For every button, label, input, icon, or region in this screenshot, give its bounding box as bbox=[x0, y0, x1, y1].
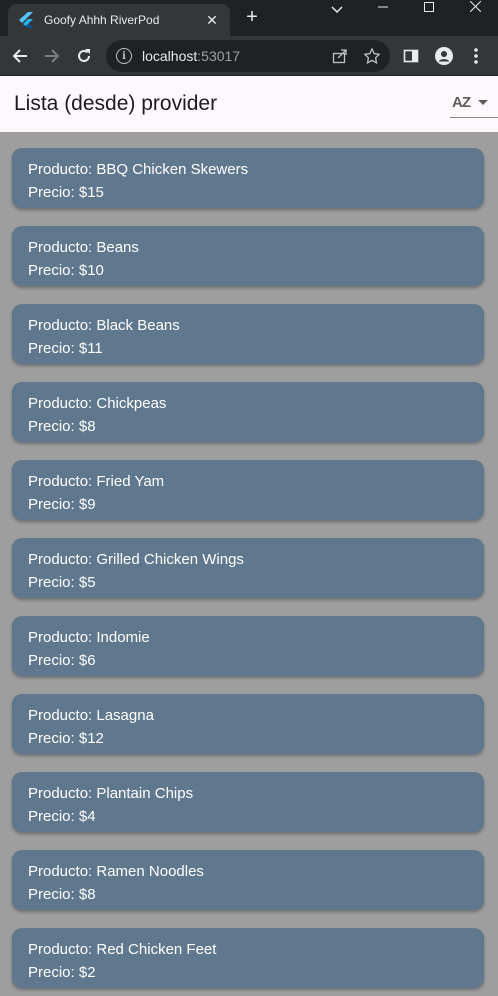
product-list[interactable]: Producto: BBQ Chicken Skewers Precio: $15… bbox=[0, 132, 498, 996]
product-price: Precio: $8 bbox=[28, 418, 96, 435]
browser-toolbar: i localhost:53017 bbox=[0, 36, 498, 76]
product-name: Producto: Black Beans bbox=[28, 317, 180, 334]
profile-avatar-icon[interactable] bbox=[432, 44, 456, 68]
product-name: Producto: Grilled Chicken Wings bbox=[28, 551, 244, 568]
menu-dots-icon[interactable] bbox=[464, 44, 488, 68]
product-card[interactable]: Producto: Chickpeas Precio: $8 bbox=[12, 382, 484, 442]
product-name: Producto: Ramen Noodles bbox=[28, 863, 204, 880]
product-card[interactable]: Producto: Lasagna Precio: $12 bbox=[12, 694, 484, 754]
flutter-icon bbox=[18, 12, 34, 28]
url-host: localhost bbox=[142, 48, 198, 64]
product-card[interactable]: Producto: Beans Precio: $10 bbox=[12, 226, 484, 286]
address-bar[interactable]: i localhost:53017 bbox=[106, 40, 390, 72]
product-price: Precio: $5 bbox=[28, 574, 96, 591]
product-name: Producto: Lasagna bbox=[28, 707, 154, 724]
share-icon[interactable] bbox=[330, 46, 350, 66]
site-info-icon[interactable]: i bbox=[116, 48, 132, 64]
product-card[interactable]: Producto: Indomie Precio: $6 bbox=[12, 616, 484, 676]
product-card[interactable]: Producto: Grilled Chicken Wings Precio: $… bbox=[12, 538, 484, 598]
product-name: Producto: Indomie bbox=[28, 629, 150, 646]
sort-az-icon: AZ bbox=[452, 94, 471, 111]
sort-dropdown[interactable]: AZ bbox=[450, 88, 498, 118]
product-name: Producto: Beans bbox=[28, 239, 139, 256]
tab-title: Goofy Ahhh RiverPod bbox=[44, 13, 160, 27]
product-price: Precio: $4 bbox=[28, 808, 96, 825]
product-card[interactable]: Producto: Plantain Chips Precio: $4 bbox=[12, 772, 484, 832]
app-bar: Lista (desde) provider AZ bbox=[0, 76, 498, 132]
product-card[interactable]: Producto: Fried Yam Precio: $9 bbox=[12, 460, 484, 520]
bookmark-star-icon[interactable] bbox=[362, 46, 382, 66]
product-price: Precio: $6 bbox=[28, 652, 96, 669]
product-name: Producto: Fried Yam bbox=[28, 473, 165, 490]
url-text: localhost:53017 bbox=[142, 48, 240, 64]
product-price: Precio: $2 bbox=[28, 964, 96, 981]
back-arrow-icon[interactable] bbox=[8, 44, 32, 68]
side-panel-icon[interactable] bbox=[399, 44, 423, 68]
new-tab-icon[interactable]: + bbox=[241, 6, 263, 29]
minimize-icon[interactable] bbox=[360, 0, 406, 20]
product-card[interactable]: Producto: Red Chicken Feet Precio: $2 bbox=[12, 928, 484, 988]
dropdown-caret-icon bbox=[478, 100, 488, 105]
product-price: Precio: $9 bbox=[28, 496, 96, 513]
product-price: Precio: $11 bbox=[28, 340, 103, 357]
forward-arrow-icon[interactable] bbox=[40, 44, 64, 68]
product-card[interactable]: Producto: Black Beans Precio: $11 bbox=[12, 304, 484, 364]
product-name: Producto: BBQ Chicken Skewers bbox=[28, 161, 249, 178]
product-name: Producto: Plantain Chips bbox=[28, 785, 194, 802]
product-price: Precio: $15 bbox=[28, 184, 104, 201]
window-close-icon[interactable] bbox=[452, 0, 498, 20]
product-price: Precio: $8 bbox=[28, 886, 96, 903]
tab-search-icon[interactable] bbox=[314, 0, 360, 20]
browser-tab[interactable]: Goofy Ahhh RiverPod ✕ bbox=[8, 4, 230, 36]
url-port: :53017 bbox=[197, 48, 241, 64]
product-name: Producto: Chickpeas bbox=[28, 395, 167, 412]
maximize-icon[interactable] bbox=[406, 0, 452, 20]
product-price: Precio: $12 bbox=[28, 730, 104, 747]
product-card[interactable]: Producto: Ramen Noodles Precio: $8 bbox=[12, 850, 484, 910]
product-card[interactable]: Producto: BBQ Chicken Skewers Precio: $15 bbox=[12, 148, 484, 208]
tab-close-icon[interactable]: ✕ bbox=[204, 12, 220, 29]
page-title: Lista (desde) provider bbox=[14, 92, 218, 115]
product-price: Precio: $10 bbox=[28, 262, 104, 279]
reload-icon[interactable] bbox=[72, 44, 96, 68]
product-name: Producto: Red Chicken Feet bbox=[28, 941, 217, 958]
browser-tab-strip: Goofy Ahhh RiverPod ✕ + bbox=[0, 0, 498, 36]
